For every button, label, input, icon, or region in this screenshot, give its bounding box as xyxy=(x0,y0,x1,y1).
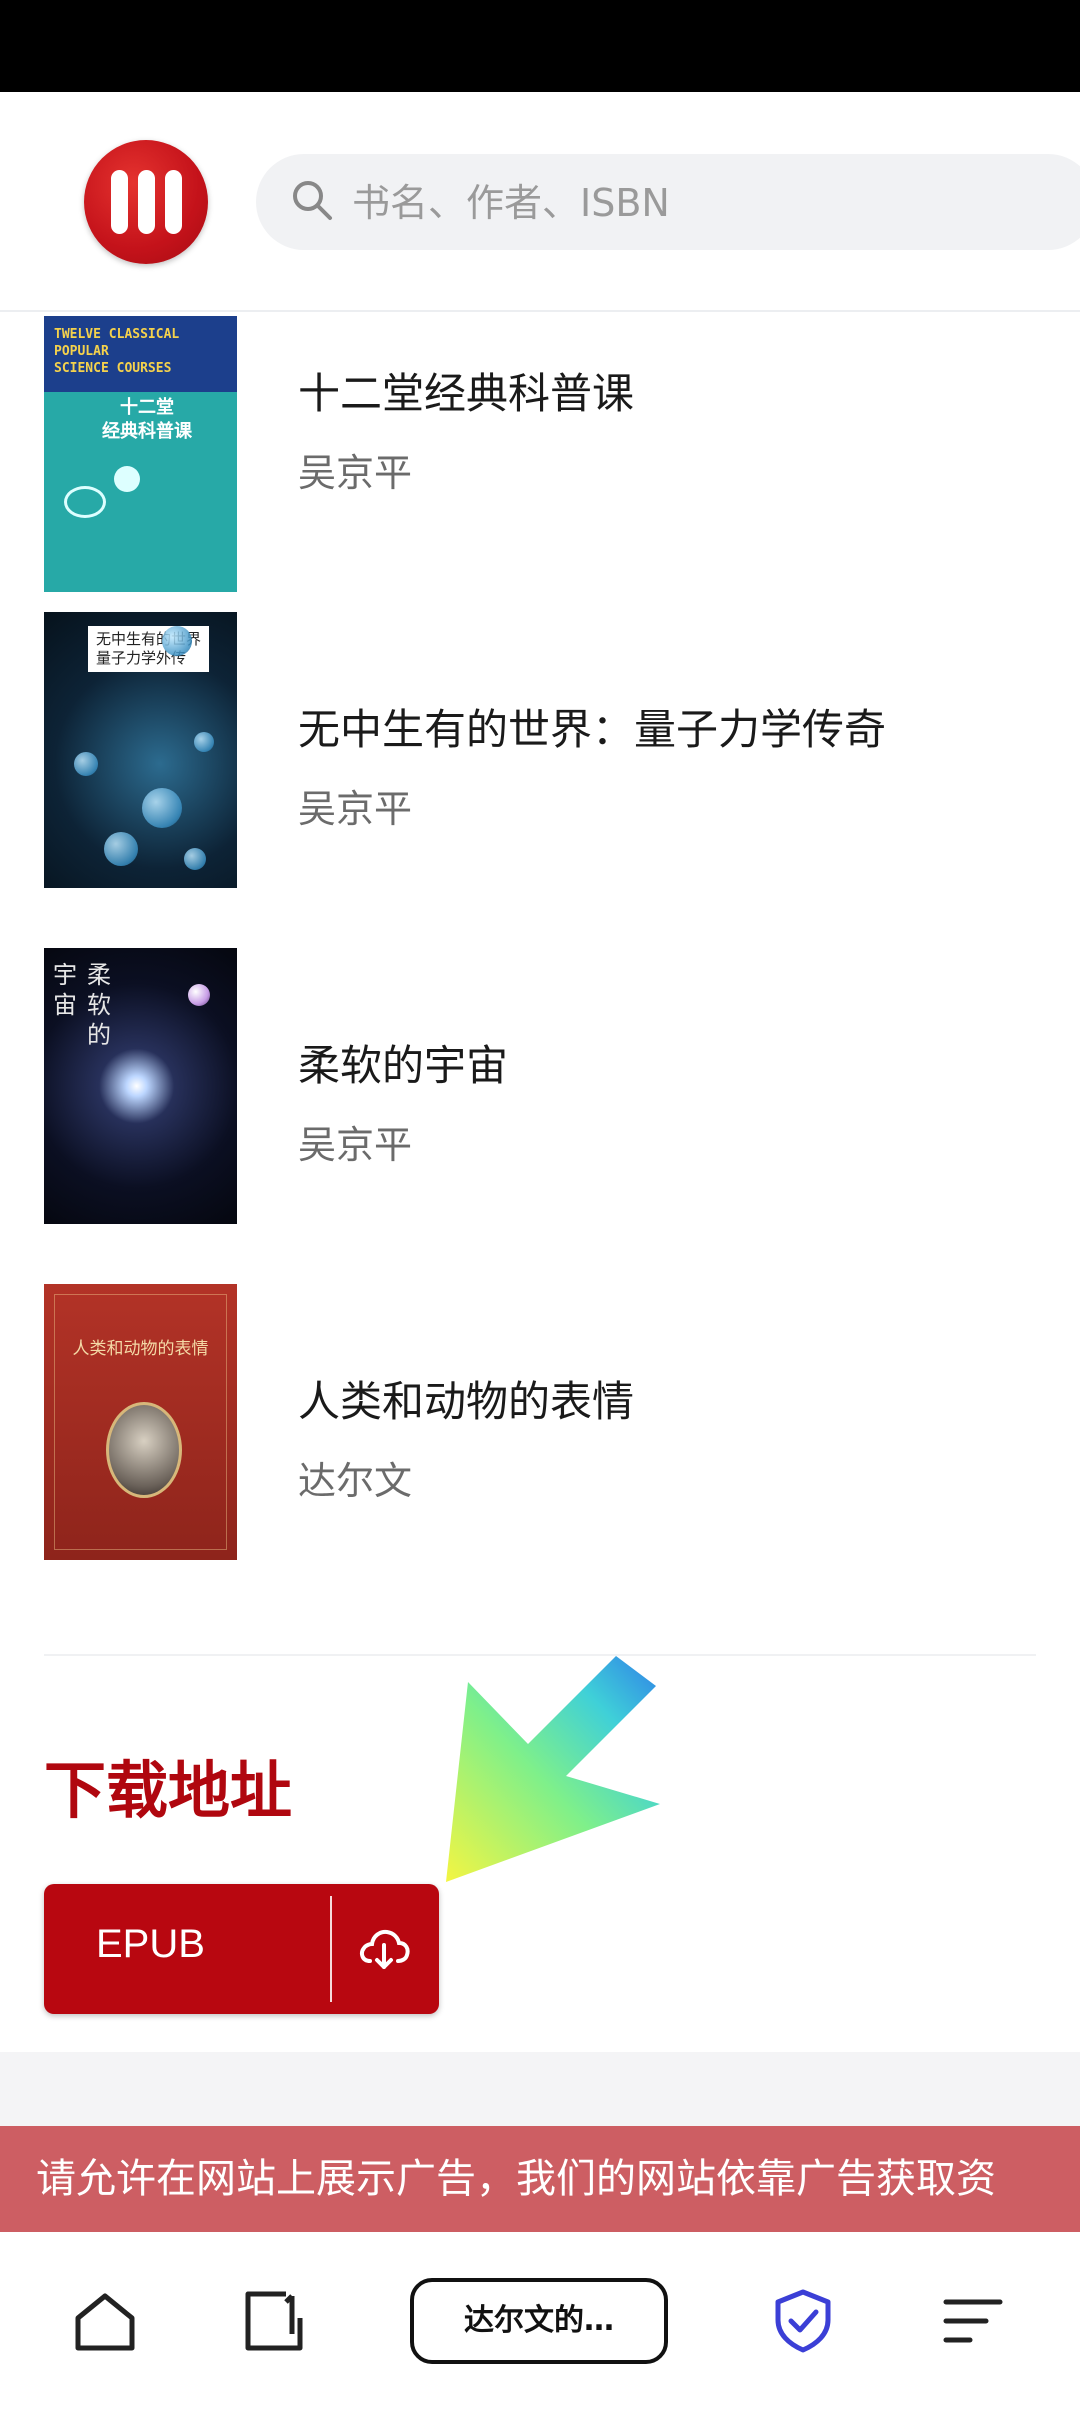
book-author: 吴京平 xyxy=(298,451,413,495)
book-author: 吴京平 xyxy=(298,787,413,831)
book-author: 达尔文 xyxy=(298,1459,413,1503)
book-item[interactable]: 宇宙 柔软的 柔软的宇宙 吴京平 xyxy=(0,948,1080,1228)
menu-icon[interactable] xyxy=(940,2288,1006,2354)
ad-banner-text: 请允许在网站上展示广告，我们的网站依靠广告获取资 xyxy=(36,2156,996,2202)
search-icon xyxy=(293,181,332,220)
status-bar xyxy=(0,0,1080,92)
browser-bottom-bar: 达尔文的… xyxy=(0,2232,1080,2412)
book-title[interactable]: 人类和动物的表情 xyxy=(298,1368,634,1429)
book-item[interactable]: 人类和动物的表情 人类和动物的表情 达尔文 xyxy=(0,1284,1080,1564)
epub-label: EPUB xyxy=(96,1922,205,1966)
book-cover[interactable]: 人类和动物的表情 xyxy=(44,1284,237,1560)
ad-permission-banner[interactable]: 请允许在网站上展示广告，我们的网站依靠广告获取资 xyxy=(0,2126,1080,2232)
site-logo[interactable] xyxy=(84,140,208,264)
book-title[interactable]: 无中生有的世界：量子力学传奇 xyxy=(298,696,886,757)
book-item[interactable]: TWELVE CLASSICAL POPULAR SCIENCE COURSES… xyxy=(0,316,1080,596)
button-separator xyxy=(330,1896,332,2002)
book-item[interactable]: 无中生有的世界 量子力学外传 无中生有的世界：量子力学传奇 吴京平 xyxy=(0,612,1080,892)
book-cover[interactable]: TWELVE CLASSICAL POPULAR SCIENCE COURSES… xyxy=(44,316,237,592)
current-tab-button[interactable]: 达尔文的… xyxy=(410,2278,668,2364)
site-header xyxy=(0,92,1080,312)
book-cover[interactable]: 无中生有的世界 量子力学外传 xyxy=(44,612,237,888)
download-section-title: 下载地址 xyxy=(44,1754,293,1827)
book-title[interactable]: 柔软的宇宙 xyxy=(298,1032,508,1093)
tabs-icon[interactable] xyxy=(240,2288,306,2354)
pointer-arrow-icon xyxy=(446,1656,660,1882)
book-title[interactable]: 十二堂经典科普课 xyxy=(298,360,634,421)
home-icon[interactable] xyxy=(72,2288,138,2354)
cloud-download-icon xyxy=(360,1929,410,1969)
shield-check-icon[interactable] xyxy=(770,2288,836,2354)
book-cover[interactable]: 宇宙 柔软的 xyxy=(44,948,237,1224)
spacer-band xyxy=(0,2052,1080,2128)
search-bar[interactable] xyxy=(256,154,1080,252)
book-author: 吴京平 xyxy=(298,1123,413,1167)
epub-download-button[interactable]: EPUB xyxy=(44,1884,439,2014)
search-input[interactable] xyxy=(350,154,1054,252)
